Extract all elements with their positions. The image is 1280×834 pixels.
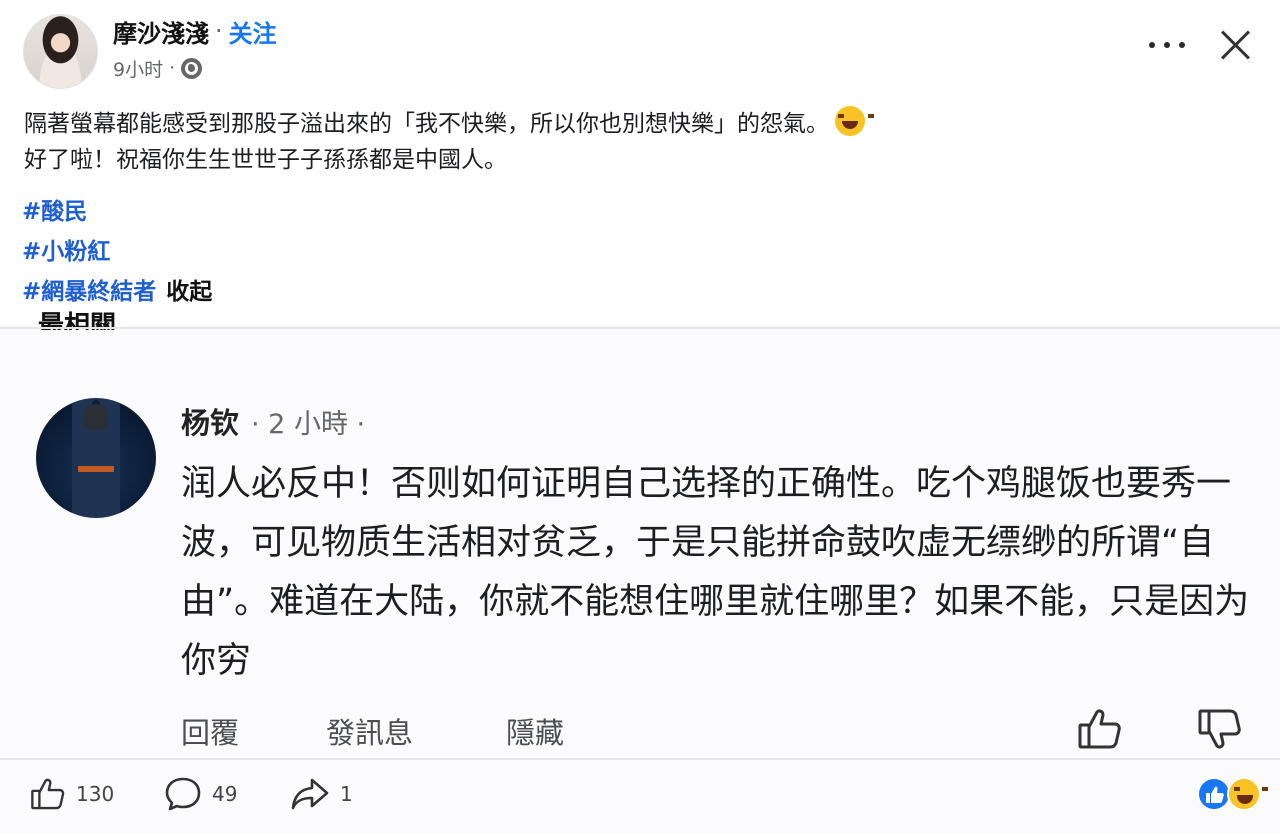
commenter-name[interactable]: 杨钦 — [181, 400, 239, 442]
post-time[interactable]: 9小时 — [113, 55, 163, 82]
dot — [1149, 42, 1155, 48]
like-reaction-icon — [1197, 777, 1231, 811]
share-button[interactable]: 1 — [290, 776, 353, 812]
comment-text: 润人必反中！否则如何证明自己选择的正确性。吃个鸡腿饭也要秀一波，可见物质生活相对… — [181, 464, 1250, 681]
separator: · — [215, 17, 223, 45]
avatar-figure-belt — [78, 466, 114, 472]
author-line: 摩沙淺淺 · 关注 — [113, 14, 277, 48]
avatar-figure — [84, 404, 108, 430]
post-meta: 9小时 · — [113, 54, 203, 82]
separator: · — [169, 57, 176, 79]
author-name[interactable]: 摩沙淺淺 — [113, 14, 209, 49]
close-icon[interactable] — [1218, 28, 1252, 62]
post-card: 摩沙淺淺 · 关注 9小时 · 隔著螢幕都能感受到那股子溢出來的「我不快樂，所以… — [0, 0, 1280, 330]
reaction-summary[interactable] — [1197, 775, 1268, 813]
comment-header: 杨钦 · 2 小時 · — [181, 400, 365, 442]
like-button[interactable]: 130 — [30, 776, 114, 812]
post-text-line-2: 好了啦！祝福你生生世世子子孫孫都是中國人。 — [24, 147, 507, 173]
haha-reaction-icon — [1227, 777, 1268, 811]
laughing-emoji-icon — [835, 106, 874, 136]
hashtag-list: #酸民 #小粉紅 #網暴終結者 收起 — [22, 192, 212, 312]
more-options-button[interactable] — [1149, 30, 1185, 60]
thumbs-up-icon[interactable] — [1077, 706, 1123, 752]
share-arrow-icon — [291, 778, 329, 810]
divider — [0, 758, 1280, 760]
commenter-avatar[interactable] — [36, 398, 156, 518]
collapse-button[interactable]: 收起 — [166, 279, 212, 305]
hide-button[interactable]: 隱藏 — [506, 710, 564, 752]
divider — [0, 327, 1280, 329]
post-text-line-1: 隔著螢幕都能感受到那股子溢出來的「我不快樂，所以你也別想快樂」的怨氣。 — [24, 111, 829, 137]
comment-button[interactable]: 49 — [164, 776, 237, 812]
globe-icon — [181, 57, 203, 79]
follow-button[interactable]: 关注 — [229, 14, 277, 49]
comment-count: 49 — [212, 782, 238, 806]
dot — [1179, 42, 1185, 48]
hashtag[interactable]: #小粉紅 — [22, 232, 110, 272]
message-button[interactable]: 發訊息 — [326, 710, 506, 752]
dot — [1164, 42, 1170, 48]
comment-meta: · 2 小時 · — [251, 408, 366, 440]
author-avatar[interactable] — [23, 14, 98, 89]
comment-bubble-icon — [165, 777, 201, 811]
post-body: 隔著螢幕都能感受到那股子溢出來的「我不快樂，所以你也別想快樂」的怨氣。 好了啦！… — [24, 106, 874, 178]
reply-button[interactable]: 回覆 — [181, 710, 326, 752]
post-text-line: 隔著螢幕都能感受到那股子溢出來的「我不快樂，所以你也別想快樂」的怨氣。 — [24, 106, 874, 142]
hashtag[interactable]: #酸民 — [22, 192, 87, 232]
share-count: 1 — [340, 782, 353, 806]
like-count: 130 — [76, 782, 115, 806]
thumbs-down-icon[interactable] — [1197, 706, 1243, 752]
thumbs-up-icon — [31, 778, 65, 810]
comment-actions: 回覆 發訊息 隱藏 — [181, 710, 564, 752]
